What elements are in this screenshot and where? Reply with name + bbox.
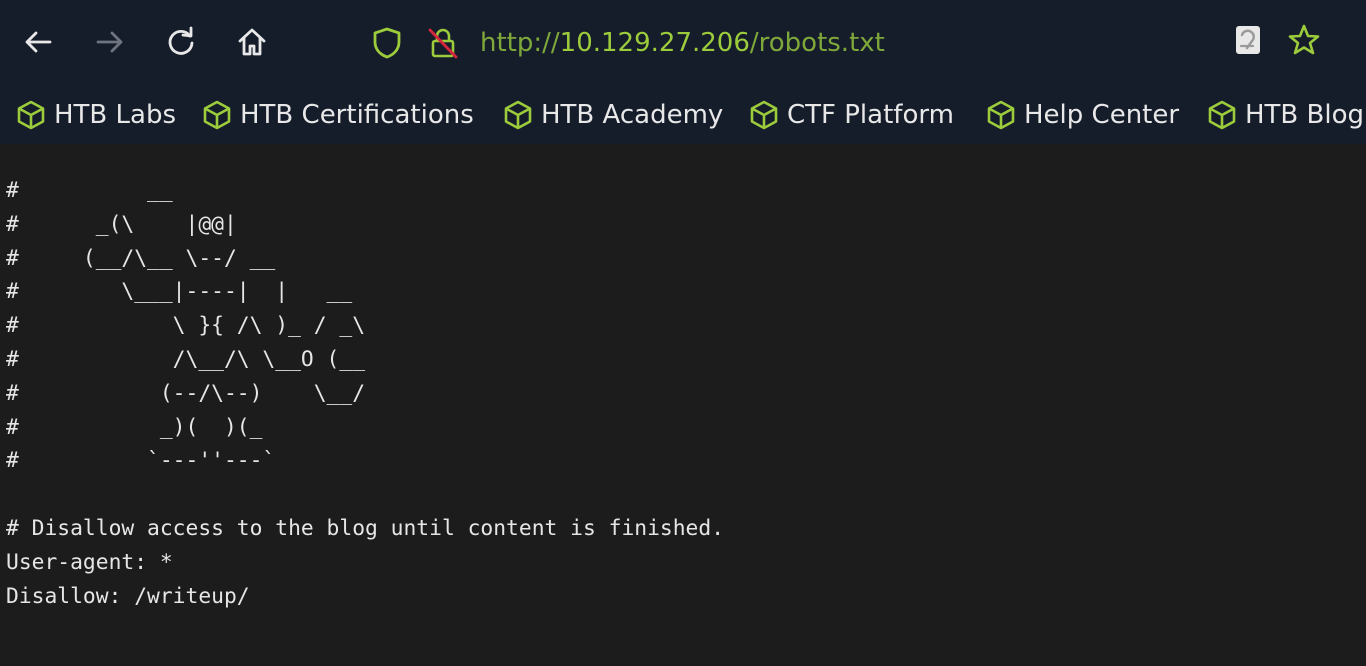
arrow-right-icon [95, 27, 125, 57]
cube-icon [749, 100, 779, 130]
arrow-left-icon [23, 27, 53, 57]
cube-icon [986, 100, 1016, 130]
reader-view-icon [1233, 24, 1263, 61]
bookmark-label: HTB Certifications [240, 100, 474, 130]
url-path: /robots.txt [749, 28, 885, 58]
forward-button[interactable] [92, 24, 128, 60]
bookmark-htb-blog[interactable]: HTB Blog [1207, 86, 1364, 144]
cube-icon [503, 100, 533, 130]
reload-icon [165, 26, 197, 58]
insecure-lock-icon[interactable] [426, 26, 460, 60]
back-button[interactable] [20, 24, 56, 60]
bookmark-label: CTF Platform [787, 100, 954, 130]
url-scheme: http:// [480, 28, 560, 58]
bookmarks-toolbar: HTB Labs HTB Certifications HTB Academy … [0, 86, 1366, 144]
bookmark-help-center[interactable]: Help Center [986, 86, 1179, 144]
url-text[interactable]: http://10.129.27.206/robots.txt [480, 26, 885, 60]
cube-icon [16, 100, 46, 130]
bookmark-ctf-platform[interactable]: CTF Platform [749, 86, 954, 144]
star-icon [1287, 23, 1321, 62]
bookmark-label: HTB Blog [1245, 100, 1365, 130]
home-button[interactable] [234, 24, 270, 60]
bookmark-label: Help Center [1024, 100, 1180, 130]
robots-txt-content: # __ # _(\ |@@| # (__/\__ \--/ __ # \___… [6, 178, 725, 609]
reader-view-button[interactable] [1230, 24, 1266, 60]
home-icon [236, 26, 268, 58]
bookmark-htb-labs[interactable]: HTB Labs [16, 86, 176, 144]
url-bar[interactable]: http://10.129.27.206/robots.txt [360, 18, 1220, 68]
bookmark-label: HTB Academy [541, 100, 724, 130]
reload-button[interactable] [163, 24, 199, 60]
url-host: 10.129.27.206 [559, 28, 750, 58]
navigation-toolbar: http://10.129.27.206/robots.txt [0, 0, 1366, 86]
bookmark-label: HTB Labs [54, 100, 177, 130]
page-content: # __ # _(\ |@@| # (__/\__ \--/ __ # \___… [0, 144, 1366, 666]
bookmark-htb-certifications[interactable]: HTB Certifications [202, 86, 474, 144]
cube-icon [1207, 100, 1237, 130]
cube-icon [202, 100, 232, 130]
shield-icon[interactable] [370, 26, 404, 60]
bookmark-htb-academy[interactable]: HTB Academy [503, 86, 723, 144]
bookmark-star-button[interactable] [1286, 24, 1322, 60]
